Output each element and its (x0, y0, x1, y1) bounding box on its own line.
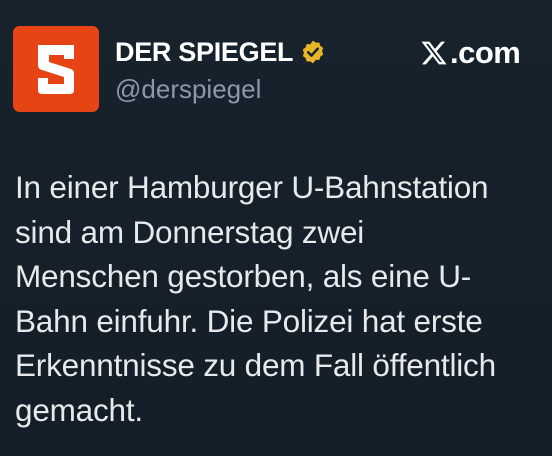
post-card: DER SPIEGEL @derspiegel .com In einer Ha… (0, 0, 552, 456)
author-handle[interactable]: @derspiegel (115, 74, 261, 105)
post-text-line: gemacht. (15, 391, 143, 428)
author-name-row: DER SPIEGEL (115, 34, 326, 70)
avatar[interactable] (13, 26, 99, 112)
source-label: .com (420, 33, 521, 73)
x-logo-icon (421, 41, 447, 65)
author-display-name[interactable]: DER SPIEGEL (115, 37, 294, 68)
post-text: In einer Hamburger U-Bahnstation sind am… (15, 165, 545, 432)
post-text-line: Menschen gestorben, als eine U- (15, 258, 472, 294)
post-text-line: Erkenntnisse zu dem Fall öffentlich (15, 347, 496, 383)
verified-badge-icon (303, 40, 324, 64)
spiegel-logo-icon (13, 26, 99, 112)
post-text-line: sind am Donnerstag zwei (15, 213, 365, 250)
post-text-line: Bahn einfuhr. Die Polizei hat erste (15, 302, 483, 339)
post-text-line: In einer Hamburger U-Bahnstation (15, 169, 489, 205)
source-domain: .com (450, 35, 521, 70)
